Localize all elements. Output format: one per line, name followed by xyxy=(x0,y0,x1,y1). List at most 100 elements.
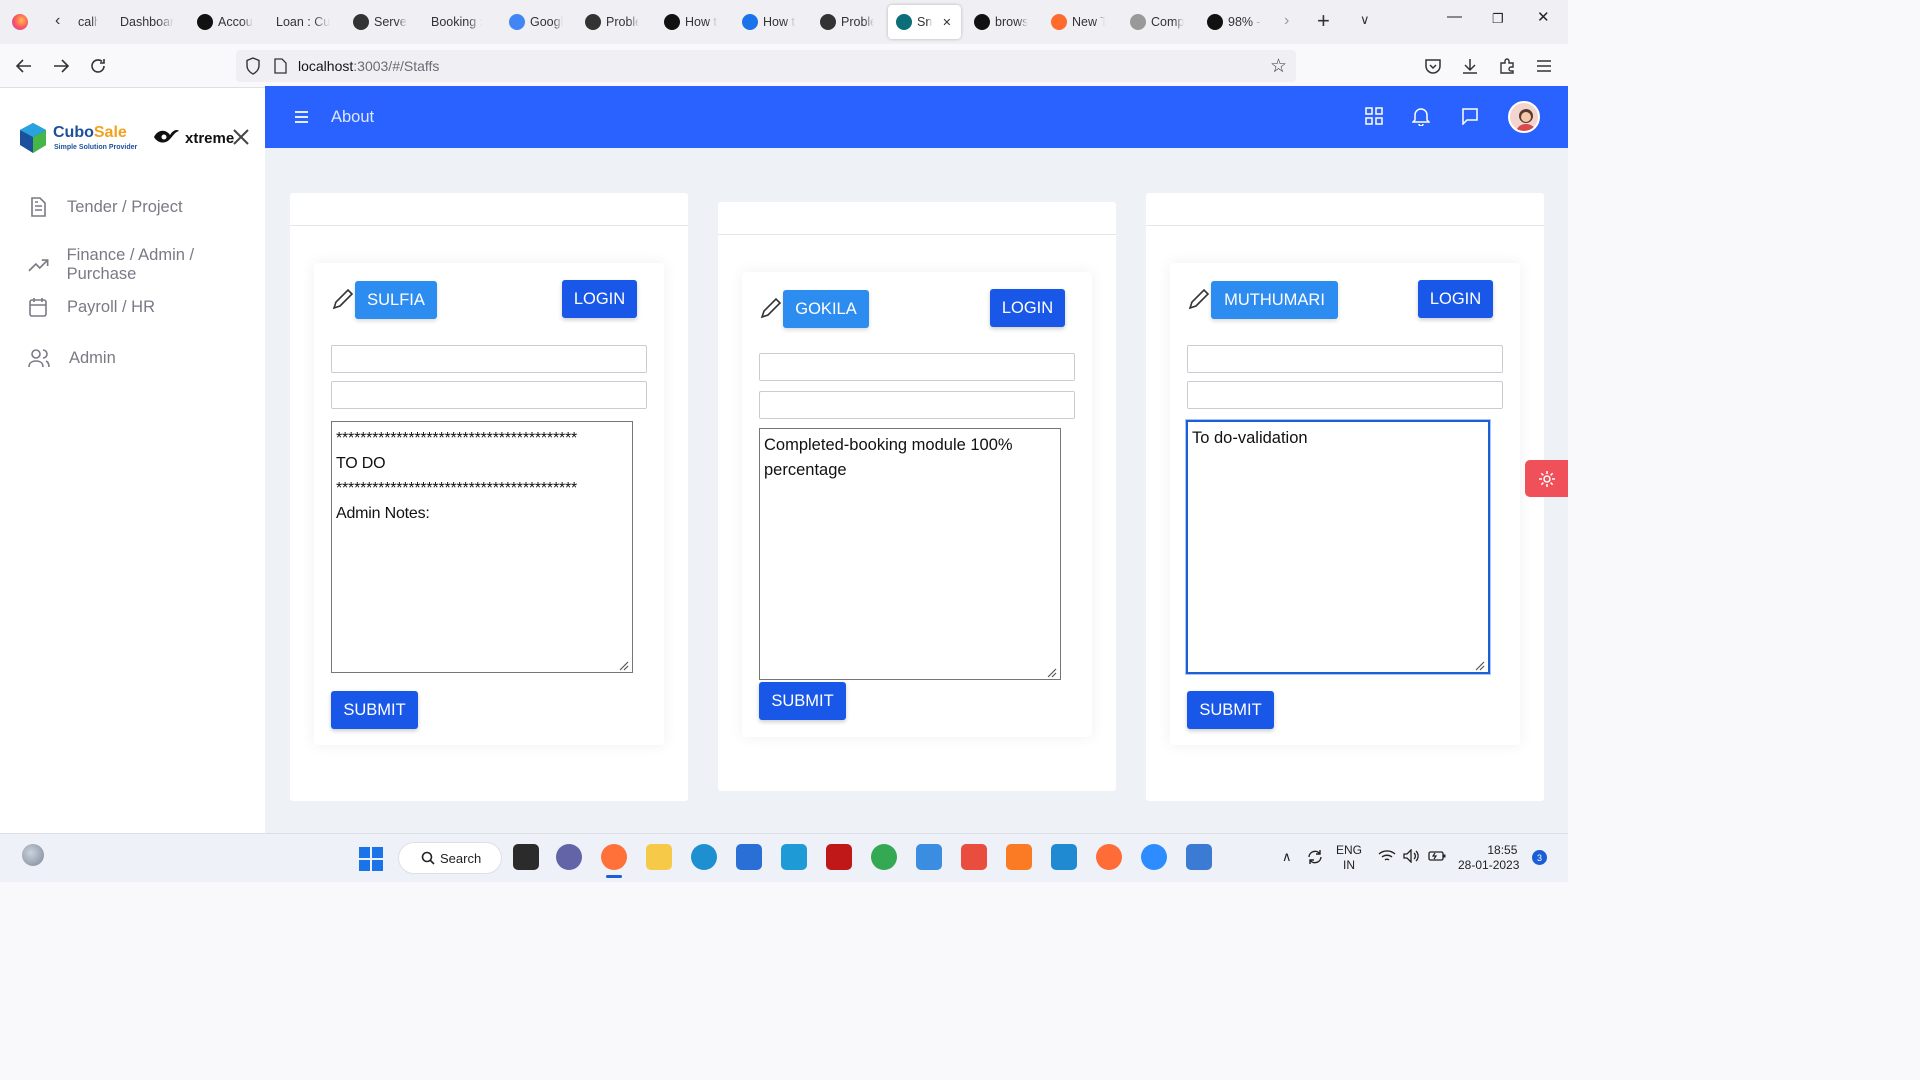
login-button[interactable]: LOGIN xyxy=(990,289,1065,327)
staff-notes-textarea[interactable]: ****************************************… xyxy=(331,421,633,673)
browser-tab[interactable]: Comp xyxy=(1122,5,1192,39)
staff-field-2[interactable] xyxy=(759,391,1075,419)
staff-field-2[interactable] xyxy=(331,381,647,409)
mcafee-icon[interactable] xyxy=(826,844,852,870)
notification-count-badge[interactable]: 3 xyxy=(1532,850,1547,865)
hamburger-menu-icon[interactable] xyxy=(295,110,308,128)
staff-notes-textarea[interactable]: To do-validation xyxy=(1186,420,1490,674)
photos-icon[interactable] xyxy=(1186,844,1212,870)
edit-pencil-icon[interactable] xyxy=(759,296,783,325)
browser-tab[interactable]: New T xyxy=(1043,5,1113,39)
restore-icon[interactable]: ❐ xyxy=(1492,11,1504,27)
browser-tab[interactable]: Loan : Cub xyxy=(268,5,338,39)
staff-notes-textarea[interactable]: Completed-booking module 100% percentage xyxy=(759,428,1061,680)
login-button[interactable]: LOGIN xyxy=(1418,280,1493,318)
git-icon[interactable] xyxy=(961,844,987,870)
staff-field-1[interactable] xyxy=(759,353,1075,381)
wifi-icon[interactable] xyxy=(1378,849,1396,868)
browser-tab[interactable]: calh xyxy=(70,5,106,39)
browser-tab[interactable]: Proble xyxy=(577,5,647,39)
firefox-taskbar-icon[interactable] xyxy=(601,844,627,870)
sidebar-item-label: Finance / Admin / Purchase xyxy=(66,246,195,283)
file-explorer-icon[interactable] xyxy=(646,844,672,870)
browser-tab[interactable]: Googl xyxy=(501,5,571,39)
sidebar-item-payroll[interactable]: Payroll / HR xyxy=(27,296,155,318)
vscode-icon[interactable] xyxy=(1051,844,1077,870)
browser-tab[interactable]: How t xyxy=(656,5,726,39)
edit-pencil-icon[interactable] xyxy=(1187,287,1211,316)
close-window-icon[interactable]: ✕ xyxy=(1537,8,1550,26)
about-link[interactable]: About xyxy=(331,108,374,127)
notification-bell-icon[interactable] xyxy=(1411,106,1431,131)
language-indicator[interactable]: ENG IN xyxy=(1336,843,1362,873)
extensions-icon[interactable] xyxy=(1496,55,1518,77)
shield-icon[interactable] xyxy=(245,57,261,80)
browser-tab[interactable]: Accou xyxy=(189,5,261,39)
login-button[interactable]: LOGIN xyxy=(562,280,637,318)
chrome-icon[interactable] xyxy=(871,844,897,870)
settings-fab[interactable] xyxy=(1525,460,1568,497)
staff-field-1[interactable] xyxy=(331,345,647,373)
staff-field-2[interactable] xyxy=(1187,381,1503,409)
browser-tab[interactable]: How t xyxy=(734,5,804,39)
new-tab-icon[interactable]: + xyxy=(1317,8,1330,34)
postman-icon[interactable] xyxy=(1096,844,1122,870)
apps-grid-icon[interactable] xyxy=(1365,107,1383,130)
sidebar-item-tender[interactable]: Tender / Project xyxy=(27,196,183,218)
app-menu-icon[interactable] xyxy=(1533,55,1555,77)
xampp-icon[interactable] xyxy=(1006,844,1032,870)
browser-tab[interactable]: Booking : xyxy=(423,5,493,39)
firefox-icon[interactable] xyxy=(12,14,28,30)
staff-name-button[interactable]: SULFIA xyxy=(355,281,437,319)
resize-grip-icon[interactable] xyxy=(1473,658,1485,671)
edge-icon[interactable] xyxy=(691,844,717,870)
avatar[interactable] xyxy=(1508,101,1540,133)
back-icon[interactable] xyxy=(13,55,35,77)
start-windows-icon[interactable] xyxy=(359,847,383,876)
sidebar-item-admin[interactable]: Admin xyxy=(27,347,116,369)
tab-label: Dashboard xyxy=(120,15,174,29)
browser-tab[interactable]: Proble xyxy=(812,5,882,39)
l-app-icon[interactable] xyxy=(781,844,807,870)
resize-grip-icon[interactable] xyxy=(1045,665,1057,678)
tray-chevron-icon[interactable]: ∧ xyxy=(1282,849,1292,865)
pocket-icon[interactable] xyxy=(1422,55,1444,77)
notepad-icon[interactable] xyxy=(916,844,942,870)
resize-grip-icon[interactable] xyxy=(617,658,629,671)
zoom-icon[interactable] xyxy=(1141,844,1167,870)
widgets-icon[interactable] xyxy=(22,844,44,866)
browser-tab[interactable]: Server xyxy=(345,5,415,39)
sync-icon[interactable] xyxy=(1306,848,1324,871)
teams-chat-icon[interactable] xyxy=(556,844,582,870)
minimize-icon[interactable]: — xyxy=(1447,8,1462,25)
ms-store-icon[interactable] xyxy=(736,844,762,870)
bookmark-star-icon[interactable]: ☆ xyxy=(1270,55,1287,78)
browser-tab[interactable]: 98% - xyxy=(1199,5,1269,39)
browser-tab[interactable]: Dashboard xyxy=(112,5,182,39)
close-tab-icon[interactable]: ✕ xyxy=(942,16,951,29)
chat-icon[interactable] xyxy=(1461,107,1479,130)
forward-icon[interactable] xyxy=(50,55,72,77)
clock[interactable]: 18:55 28-01-2023 xyxy=(1458,843,1519,873)
browser-tab[interactable]: Sn ✕ xyxy=(888,5,961,39)
tab-scroll-left-icon[interactable]: ‹ xyxy=(55,12,60,30)
tab-list-chevron-icon[interactable]: ∨ xyxy=(1360,12,1370,28)
staff-name-button[interactable]: MUTHUMARI xyxy=(1211,281,1338,319)
volume-icon[interactable] xyxy=(1403,848,1421,868)
close-sidebar-icon[interactable] xyxy=(232,128,250,151)
reload-icon[interactable] xyxy=(87,55,109,77)
sidebar-item-finance[interactable]: Finance / Admin / Purchase xyxy=(27,246,265,284)
battery-icon[interactable] xyxy=(1428,849,1446,868)
address-bar[interactable]: localhost:3003/#/Staffs ☆ xyxy=(236,50,1296,82)
browser-tab[interactable]: brows xyxy=(966,5,1036,39)
task-view-icon[interactable] xyxy=(513,844,539,870)
edit-pencil-icon[interactable] xyxy=(331,287,355,316)
tab-scroll-right-icon[interactable]: › xyxy=(1284,12,1289,30)
submit-button[interactable]: SUBMIT xyxy=(759,682,846,720)
downloads-icon[interactable] xyxy=(1459,55,1481,77)
staff-field-1[interactable] xyxy=(1187,345,1503,373)
staff-name-button[interactable]: GOKILA xyxy=(783,290,869,328)
submit-button[interactable]: SUBMIT xyxy=(331,691,418,729)
submit-button[interactable]: SUBMIT xyxy=(1187,691,1274,729)
taskbar-search[interactable]: Search xyxy=(398,842,502,874)
